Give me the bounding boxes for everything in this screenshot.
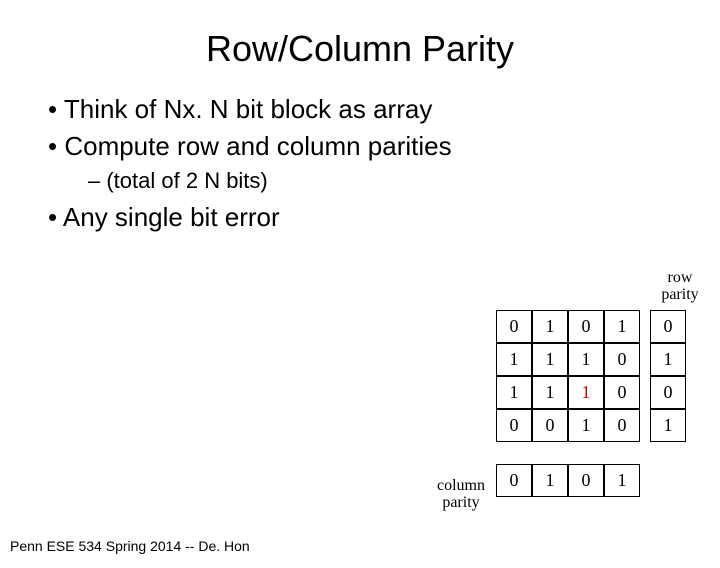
cell: 1 xyxy=(532,343,568,376)
col-parity-row: 0 1 0 1 xyxy=(496,464,640,497)
bit-grid: 0 1 0 1 1 1 1 0 1 1 1 0 0 0 1 0 xyxy=(496,310,640,442)
row-parity-label: row parity xyxy=(654,270,706,304)
cell: 0 xyxy=(496,409,532,442)
error-cell: 1 xyxy=(568,376,604,409)
bullet-2: Compute row and column parities xyxy=(48,131,720,162)
row-parity-column: 0 1 0 1 xyxy=(650,310,686,442)
cell: 1 xyxy=(604,310,640,343)
cell: 0 xyxy=(604,376,640,409)
footer-text: Penn ESE 534 Spring 2014 -- De. Hon xyxy=(10,538,250,554)
row-parity-label-1: row xyxy=(668,269,693,286)
bullet-3: Any single bit error xyxy=(48,202,720,233)
page-title: Row/Column Parity xyxy=(0,28,720,70)
cell: 1 xyxy=(496,376,532,409)
col-parity-label-1: column xyxy=(437,477,485,494)
cell: 1 xyxy=(650,409,686,442)
cell: 1 xyxy=(650,343,686,376)
cell: 0 xyxy=(650,310,686,343)
table-row: 0 1 0 1 xyxy=(496,310,640,343)
cell: 0 xyxy=(604,409,640,442)
table-row: 1 1 1 0 xyxy=(496,343,640,376)
bullet-1: Think of Nx. N bit block as array xyxy=(48,94,720,125)
cell: 0 xyxy=(650,376,686,409)
cell: 1 xyxy=(496,343,532,376)
cell: 1 xyxy=(532,464,568,497)
cell: 1 xyxy=(532,310,568,343)
cell: 0 xyxy=(568,464,604,497)
cell: 1 xyxy=(568,343,604,376)
col-parity-label-2: parity xyxy=(442,494,479,511)
bullet-list: Think of Nx. N bit block as array Comput… xyxy=(48,94,720,233)
cell: 1 xyxy=(568,409,604,442)
table-row: 0 0 1 0 xyxy=(496,409,640,442)
cell: 1 xyxy=(532,376,568,409)
col-parity-label: column parity xyxy=(431,478,491,512)
table-row: 1 1 1 0 xyxy=(496,376,640,409)
cell: 0 xyxy=(568,310,604,343)
cell: 0 xyxy=(532,409,568,442)
cell: 1 xyxy=(604,464,640,497)
cell: 0 xyxy=(496,464,532,497)
cell: 0 xyxy=(496,310,532,343)
sub-bullet: (total of 2 N bits) xyxy=(88,168,720,194)
cell: 0 xyxy=(604,343,640,376)
row-parity-label-2: parity xyxy=(661,286,698,303)
